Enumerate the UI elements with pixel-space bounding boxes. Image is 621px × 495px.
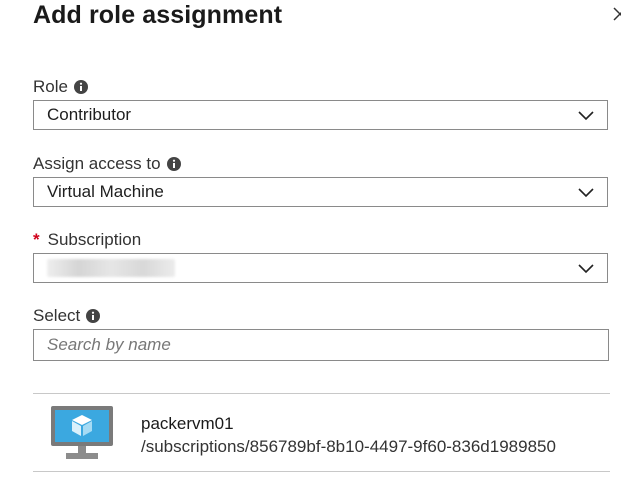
assign-access-value: Virtual Machine bbox=[47, 182, 164, 201]
vm-name: packervm01 bbox=[141, 414, 234, 433]
chevron-down-icon bbox=[578, 111, 594, 121]
chevron-down-icon bbox=[578, 188, 594, 198]
assign-access-label: Assign access to bbox=[33, 154, 161, 173]
info-icon[interactable] bbox=[86, 309, 101, 323]
role-value: Contributor bbox=[47, 105, 132, 124]
search-input[interactable] bbox=[33, 329, 609, 361]
blade-title: Add role assignment bbox=[33, 1, 283, 29]
close-icon[interactable] bbox=[612, 4, 621, 24]
select-label-row: Select bbox=[33, 306, 101, 326]
assign-access-label-row: Assign access to bbox=[33, 154, 181, 174]
subscription-value-redacted bbox=[47, 259, 175, 277]
subscription-label-row: * Subscription bbox=[33, 230, 141, 250]
role-dropdown[interactable]: Contributor bbox=[33, 100, 608, 130]
vm-resource-path: /subscriptions/856789bf-8b10-4497-9f60-8… bbox=[141, 437, 556, 456]
role-label: Role bbox=[33, 77, 68, 96]
role-label-row: Role bbox=[33, 77, 88, 97]
info-icon[interactable] bbox=[166, 157, 181, 171]
virtual-machine-icon bbox=[51, 406, 113, 459]
list-item[interactable]: packervm01 /subscriptions/856789bf-8b10-… bbox=[33, 394, 610, 471]
subscription-label: Subscription bbox=[47, 230, 142, 249]
required-asterisk: * bbox=[33, 230, 40, 249]
subscription-dropdown[interactable] bbox=[33, 253, 608, 283]
divider bbox=[33, 471, 610, 472]
info-icon[interactable] bbox=[73, 80, 88, 94]
chevron-down-icon bbox=[578, 264, 594, 274]
assign-access-dropdown[interactable]: Virtual Machine bbox=[33, 177, 608, 207]
select-label: Select bbox=[33, 306, 81, 325]
